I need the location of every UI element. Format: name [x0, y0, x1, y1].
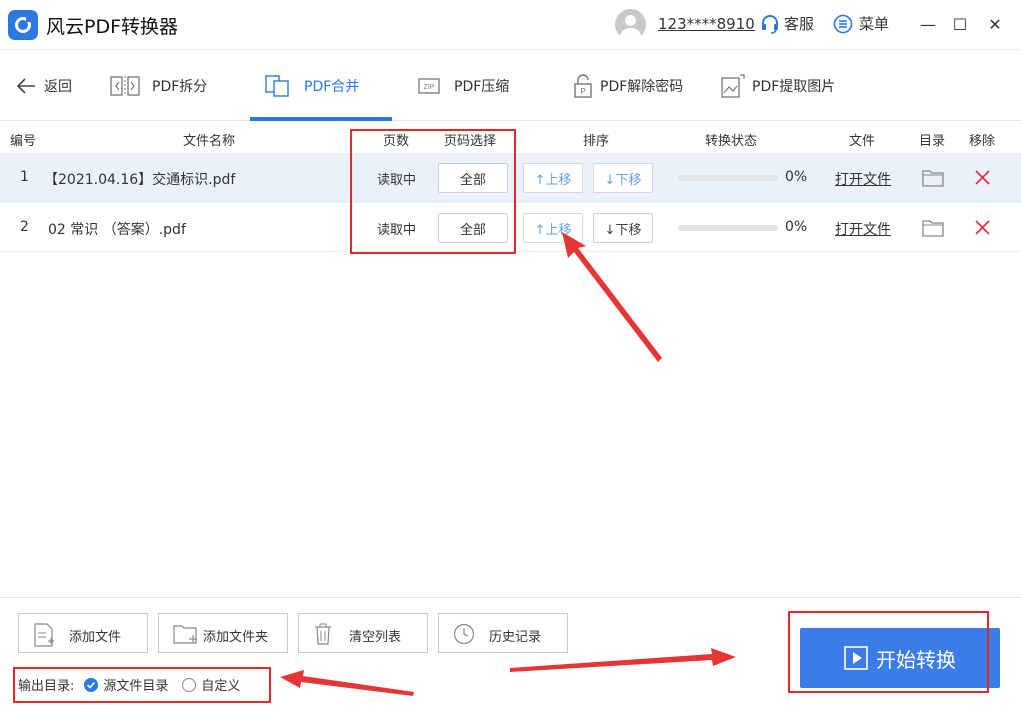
- user-account-link[interactable]: 123****8910: [658, 15, 755, 33]
- radio-custom-folder[interactable]: [182, 677, 197, 692]
- tab-pdf-split[interactable]: PDF拆分: [110, 51, 207, 121]
- annotation-arrow-output: [280, 670, 414, 696]
- tab-pdf-merge[interactable]: PDF合并: [264, 51, 359, 121]
- back-label: 返回: [44, 79, 72, 95]
- move-up-button[interactable]: ↑上移: [523, 163, 583, 193]
- split-icon: [110, 75, 140, 97]
- folder-icon[interactable]: [922, 218, 944, 237]
- output-label: 输出目录:: [18, 679, 75, 694]
- conversion-progress-bar: [678, 175, 778, 181]
- merge-icon: [264, 74, 292, 98]
- headset-icon: [762, 14, 778, 34]
- row-index: 2: [20, 219, 29, 235]
- radio-custom-folder-label[interactable]: 自定义: [201, 675, 240, 694]
- move-down-button[interactable]: ↓下移: [593, 213, 653, 243]
- add-folder-label: 添加文件夹: [203, 630, 269, 645]
- add-file-button[interactable]: 添加文件: [18, 613, 148, 653]
- col-header-index: 编号: [10, 134, 37, 149]
- app-title: 风云PDF转换器: [46, 16, 179, 38]
- app-logo-icon: [8, 10, 38, 40]
- add-file-label: 添加文件: [69, 630, 122, 645]
- menu-label: 菜单: [859, 15, 890, 33]
- col-header-status: 转换状态: [705, 134, 758, 149]
- col-header-sort: 排序: [583, 134, 610, 149]
- clear-list-button[interactable]: 清空列表: [298, 613, 428, 653]
- remove-icon[interactable]: [975, 220, 990, 235]
- image-icon: [720, 73, 746, 99]
- tab-label: PDF拆分: [152, 79, 208, 95]
- open-file-link[interactable]: 打开文件: [835, 169, 891, 189]
- row-page-count: 读取中: [377, 223, 417, 238]
- check-icon: [87, 681, 96, 689]
- output-directory-group: 输出目录: 源文件目录 自定义: [18, 675, 240, 694]
- tab-pdf-unlock[interactable]: P PDF解除密码: [572, 51, 683, 121]
- folder-icon[interactable]: [922, 168, 944, 187]
- row-file-name: 【2021.04.16】交通标识.pdf: [44, 172, 236, 188]
- row-file-name: 02 常识 （答案）.pdf: [48, 222, 186, 238]
- row-index: 1: [20, 169, 29, 185]
- col-header-pages: 页数: [383, 134, 410, 149]
- start-convert-label: 开始转换: [876, 647, 956, 672]
- history-label: 历史记录: [489, 630, 542, 645]
- clock-icon: [453, 623, 475, 645]
- svg-text:ZIP: ZIP: [424, 84, 435, 91]
- move-down-button[interactable]: ↓下移: [593, 163, 653, 193]
- progress-percent: 0%: [785, 169, 808, 185]
- customer-service-label: 客服: [784, 15, 815, 33]
- svg-text:P: P: [580, 87, 585, 96]
- title-bar: 风云PDF转换器 123****8910 客服 菜单 — ☐ ✕: [0, 0, 1021, 50]
- history-button[interactable]: 历史记录: [438, 613, 568, 653]
- add-file-icon: [34, 623, 54, 647]
- close-window-button[interactable]: ✕: [985, 14, 1005, 34]
- page-select-button[interactable]: 全部: [438, 163, 508, 193]
- clear-list-label: 清空列表: [349, 630, 402, 645]
- col-header-file: 文件: [849, 134, 876, 149]
- add-folder-button[interactable]: 添加文件夹: [158, 613, 288, 653]
- remove-icon[interactable]: [975, 170, 990, 185]
- maximize-button[interactable]: ☐: [950, 14, 970, 34]
- radio-source-folder-label[interactable]: 源文件目录: [103, 675, 168, 694]
- table-header: 编号 文件名称 页数 页码选择 排序 转换状态 文件 目录 移除: [0, 122, 1021, 152]
- add-folder-icon: [173, 625, 197, 644]
- tab-label: PDF压缩: [454, 79, 510, 95]
- customer-service-button[interactable]: 客服: [760, 13, 814, 34]
- open-file-link[interactable]: 打开文件: [835, 219, 891, 239]
- progress-percent: 0%: [785, 219, 808, 235]
- conversion-progress-bar: [678, 225, 778, 231]
- tab-label: PDF合并: [304, 79, 360, 95]
- start-convert-button[interactable]: 开始转换: [800, 628, 1000, 688]
- trash-icon: [315, 623, 331, 645]
- col-header-folder: 目录: [919, 134, 946, 149]
- move-up-button[interactable]: ↑上移: [523, 213, 583, 243]
- tab-pdf-extract-images[interactable]: PDF提取图片: [720, 51, 835, 121]
- back-button[interactable]: 返回: [16, 51, 72, 121]
- tab-pdf-compress[interactable]: ZIP PDF压缩: [418, 51, 509, 121]
- menu-button[interactable]: 菜单: [833, 13, 889, 34]
- col-header-page-select: 页码选择: [444, 134, 497, 149]
- tab-label: PDF解除密码: [600, 79, 684, 95]
- tool-nav: 返回 PDF拆分 PDF合并 ZIP PDF压缩 P PDF解除密码 PDF提取…: [0, 51, 1021, 121]
- user-avatar[interactable]: [615, 9, 646, 40]
- arrow-left-icon: [16, 78, 35, 94]
- radio-source-folder[interactable]: [84, 677, 99, 692]
- tab-label: PDF提取图片: [752, 79, 836, 95]
- zip-icon: ZIP: [418, 75, 442, 97]
- play-icon: [844, 646, 868, 670]
- table-row[interactable]: 2 02 常识 （答案）.pdf 读取中 全部 ↑上移 ↓下移 0% 打开文件: [0, 203, 1021, 253]
- col-header-remove: 移除: [969, 134, 996, 149]
- bottom-divider: [0, 597, 1021, 598]
- minimize-button[interactable]: —: [918, 14, 938, 34]
- lock-icon: P: [572, 73, 594, 99]
- active-tab-indicator: [250, 117, 392, 121]
- col-header-name: 文件名称: [183, 134, 236, 149]
- table-row[interactable]: 1 【2021.04.16】交通标识.pdf 读取中 全部 ↑上移 ↓下移 0%…: [0, 153, 1021, 203]
- menu-list-icon: [833, 14, 853, 33]
- page-select-button[interactable]: 全部: [438, 213, 508, 243]
- row-divider: [0, 251, 1021, 252]
- row-page-count: 读取中: [377, 173, 417, 188]
